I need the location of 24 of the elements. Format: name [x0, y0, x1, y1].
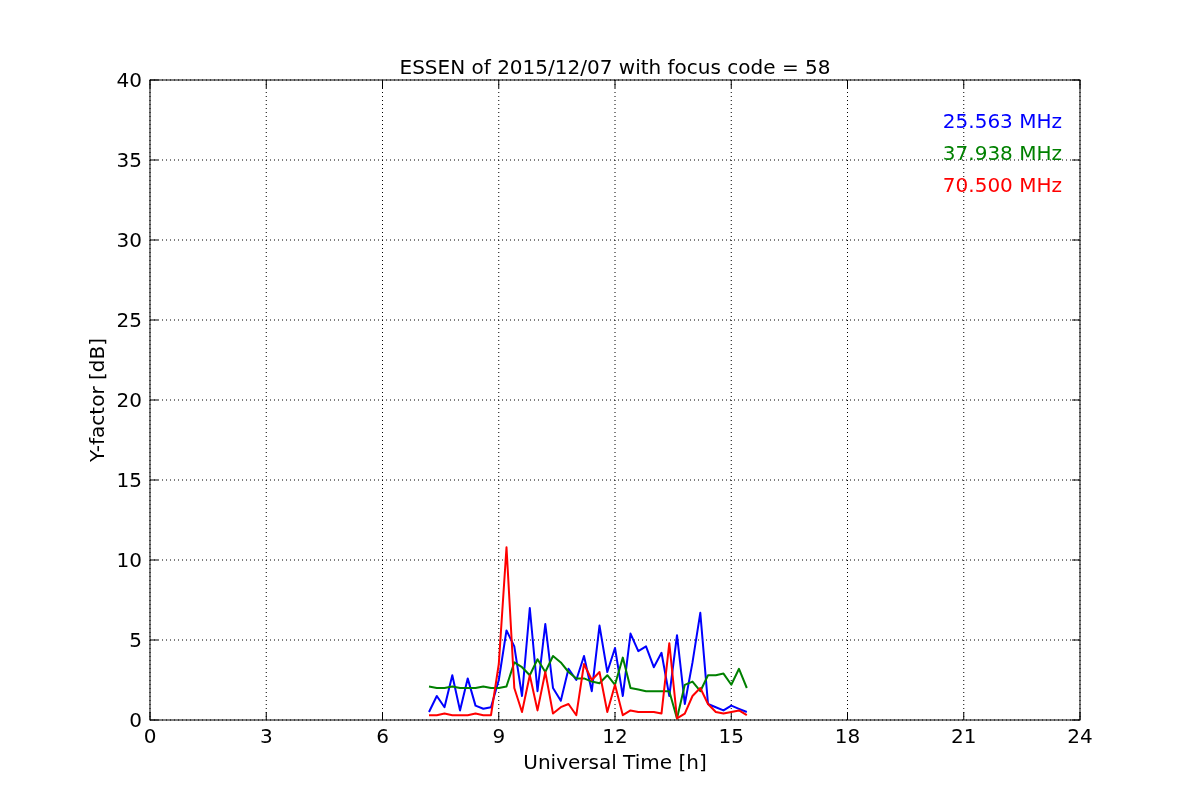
legend-label: 70.500 MHz	[942, 173, 1062, 197]
x-tick-label: 6	[376, 724, 389, 748]
legend-label: 37.938 MHz	[942, 141, 1062, 165]
y-tick-label: 10	[116, 548, 142, 572]
x-tick-label: 12	[602, 724, 628, 748]
x-tick-label: 15	[718, 724, 744, 748]
y-tick-label: 30	[116, 228, 142, 252]
y-axis-label: Y-factor [dB]	[85, 338, 109, 462]
x-tick-label: 3	[259, 724, 273, 748]
y-tick-label: 35	[116, 148, 142, 172]
chart-title: ESSEN of 2015/12/07 with focus code = 58	[399, 55, 831, 79]
x-tick-label: 18	[834, 724, 861, 748]
x-tick-label: 21	[951, 724, 977, 748]
legend-label: 25.563 MHz	[942, 109, 1062, 133]
x-tick-label: 0	[143, 724, 157, 748]
y-tick-label: 40	[116, 68, 142, 92]
x-tick-label: 24	[1067, 724, 1093, 748]
y-tick-label: 25	[116, 308, 142, 332]
y-tick-label: 0	[129, 708, 142, 732]
y-tick-label: 15	[116, 468, 142, 492]
x-tick-label: 9	[492, 724, 506, 748]
y-tick-label: 5	[129, 628, 142, 652]
y-tick-label: 20	[116, 388, 142, 412]
x-axis-label: Universal Time [h]	[523, 750, 707, 774]
